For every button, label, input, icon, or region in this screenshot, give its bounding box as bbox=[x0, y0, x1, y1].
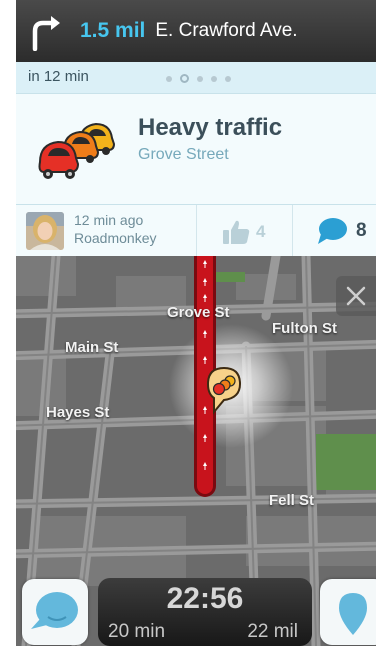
reporter-avatar[interactable] bbox=[26, 212, 64, 250]
street-label-fell: Fell St bbox=[269, 492, 315, 509]
traffic-alert-card[interactable]: in 12 min Heavy traffic Grove Street 12 … bbox=[16, 62, 376, 257]
phone-screen: 1.5 mil E. Crawford Ave. in 12 min Heavy… bbox=[16, 0, 376, 646]
street-label-hayes: Hayes St bbox=[46, 404, 110, 421]
close-alert-button[interactable] bbox=[336, 276, 376, 316]
alert-street: Grove Street bbox=[138, 146, 229, 163]
report-button[interactable] bbox=[22, 579, 88, 645]
pager-dot[interactable] bbox=[225, 75, 231, 82]
street-label-grove: Grove St bbox=[167, 304, 230, 321]
report-time: 12 min ago bbox=[74, 212, 144, 228]
turn-street-name: E. Crawford Ave. bbox=[155, 20, 298, 41]
arrival-time: 22:56 bbox=[166, 582, 244, 615]
thumbs-up-count: 4 bbox=[256, 222, 266, 241]
turn-instruction-bar[interactable]: 1.5 mil E. Crawford Ave. bbox=[16, 0, 376, 62]
divider bbox=[196, 205, 197, 257]
comments-count: 8 bbox=[356, 220, 367, 241]
report-bubble-icon bbox=[31, 592, 78, 629]
pager-dot[interactable] bbox=[211, 75, 217, 82]
comments-button[interactable]: 8 bbox=[316, 217, 367, 245]
turn-right-arrow-icon bbox=[32, 16, 60, 51]
pager-dot[interactable] bbox=[166, 75, 172, 82]
thumbs-up-button[interactable]: 4 bbox=[222, 219, 265, 245]
divider bbox=[292, 205, 293, 257]
alert-pager[interactable] bbox=[166, 74, 231, 83]
map-pin-button[interactable] bbox=[320, 579, 376, 645]
pager-dot-active[interactable] bbox=[180, 74, 189, 83]
comment-bubble-icon bbox=[318, 218, 347, 244]
traffic-jam-icon bbox=[38, 122, 116, 179]
avatar-image bbox=[26, 212, 64, 250]
street-label-fulton: Fulton St bbox=[272, 320, 337, 337]
alert-title: Heavy traffic bbox=[138, 114, 283, 141]
alert-eta: in 12 min bbox=[28, 68, 89, 85]
pager-dot[interactable] bbox=[197, 75, 203, 82]
thumbs-up-icon bbox=[223, 220, 250, 244]
alert-eta-strip: in 12 min bbox=[16, 62, 376, 94]
reporter-name[interactable]: Roadmonkey bbox=[74, 230, 157, 246]
distance-remaining: 22 mil bbox=[247, 621, 298, 642]
close-icon bbox=[346, 286, 366, 306]
eta-panel[interactable]: 22:56 20 min 22 mil bbox=[98, 578, 312, 646]
turn-distance: 1.5 mil bbox=[80, 19, 146, 42]
street-label-main: Main St bbox=[65, 339, 119, 356]
alert-reporter-row: 12 min ago Roadmonkey 4 8 bbox=[16, 204, 376, 257]
location-pin-icon bbox=[339, 593, 367, 635]
eta-minutes: 20 min bbox=[108, 621, 166, 642]
